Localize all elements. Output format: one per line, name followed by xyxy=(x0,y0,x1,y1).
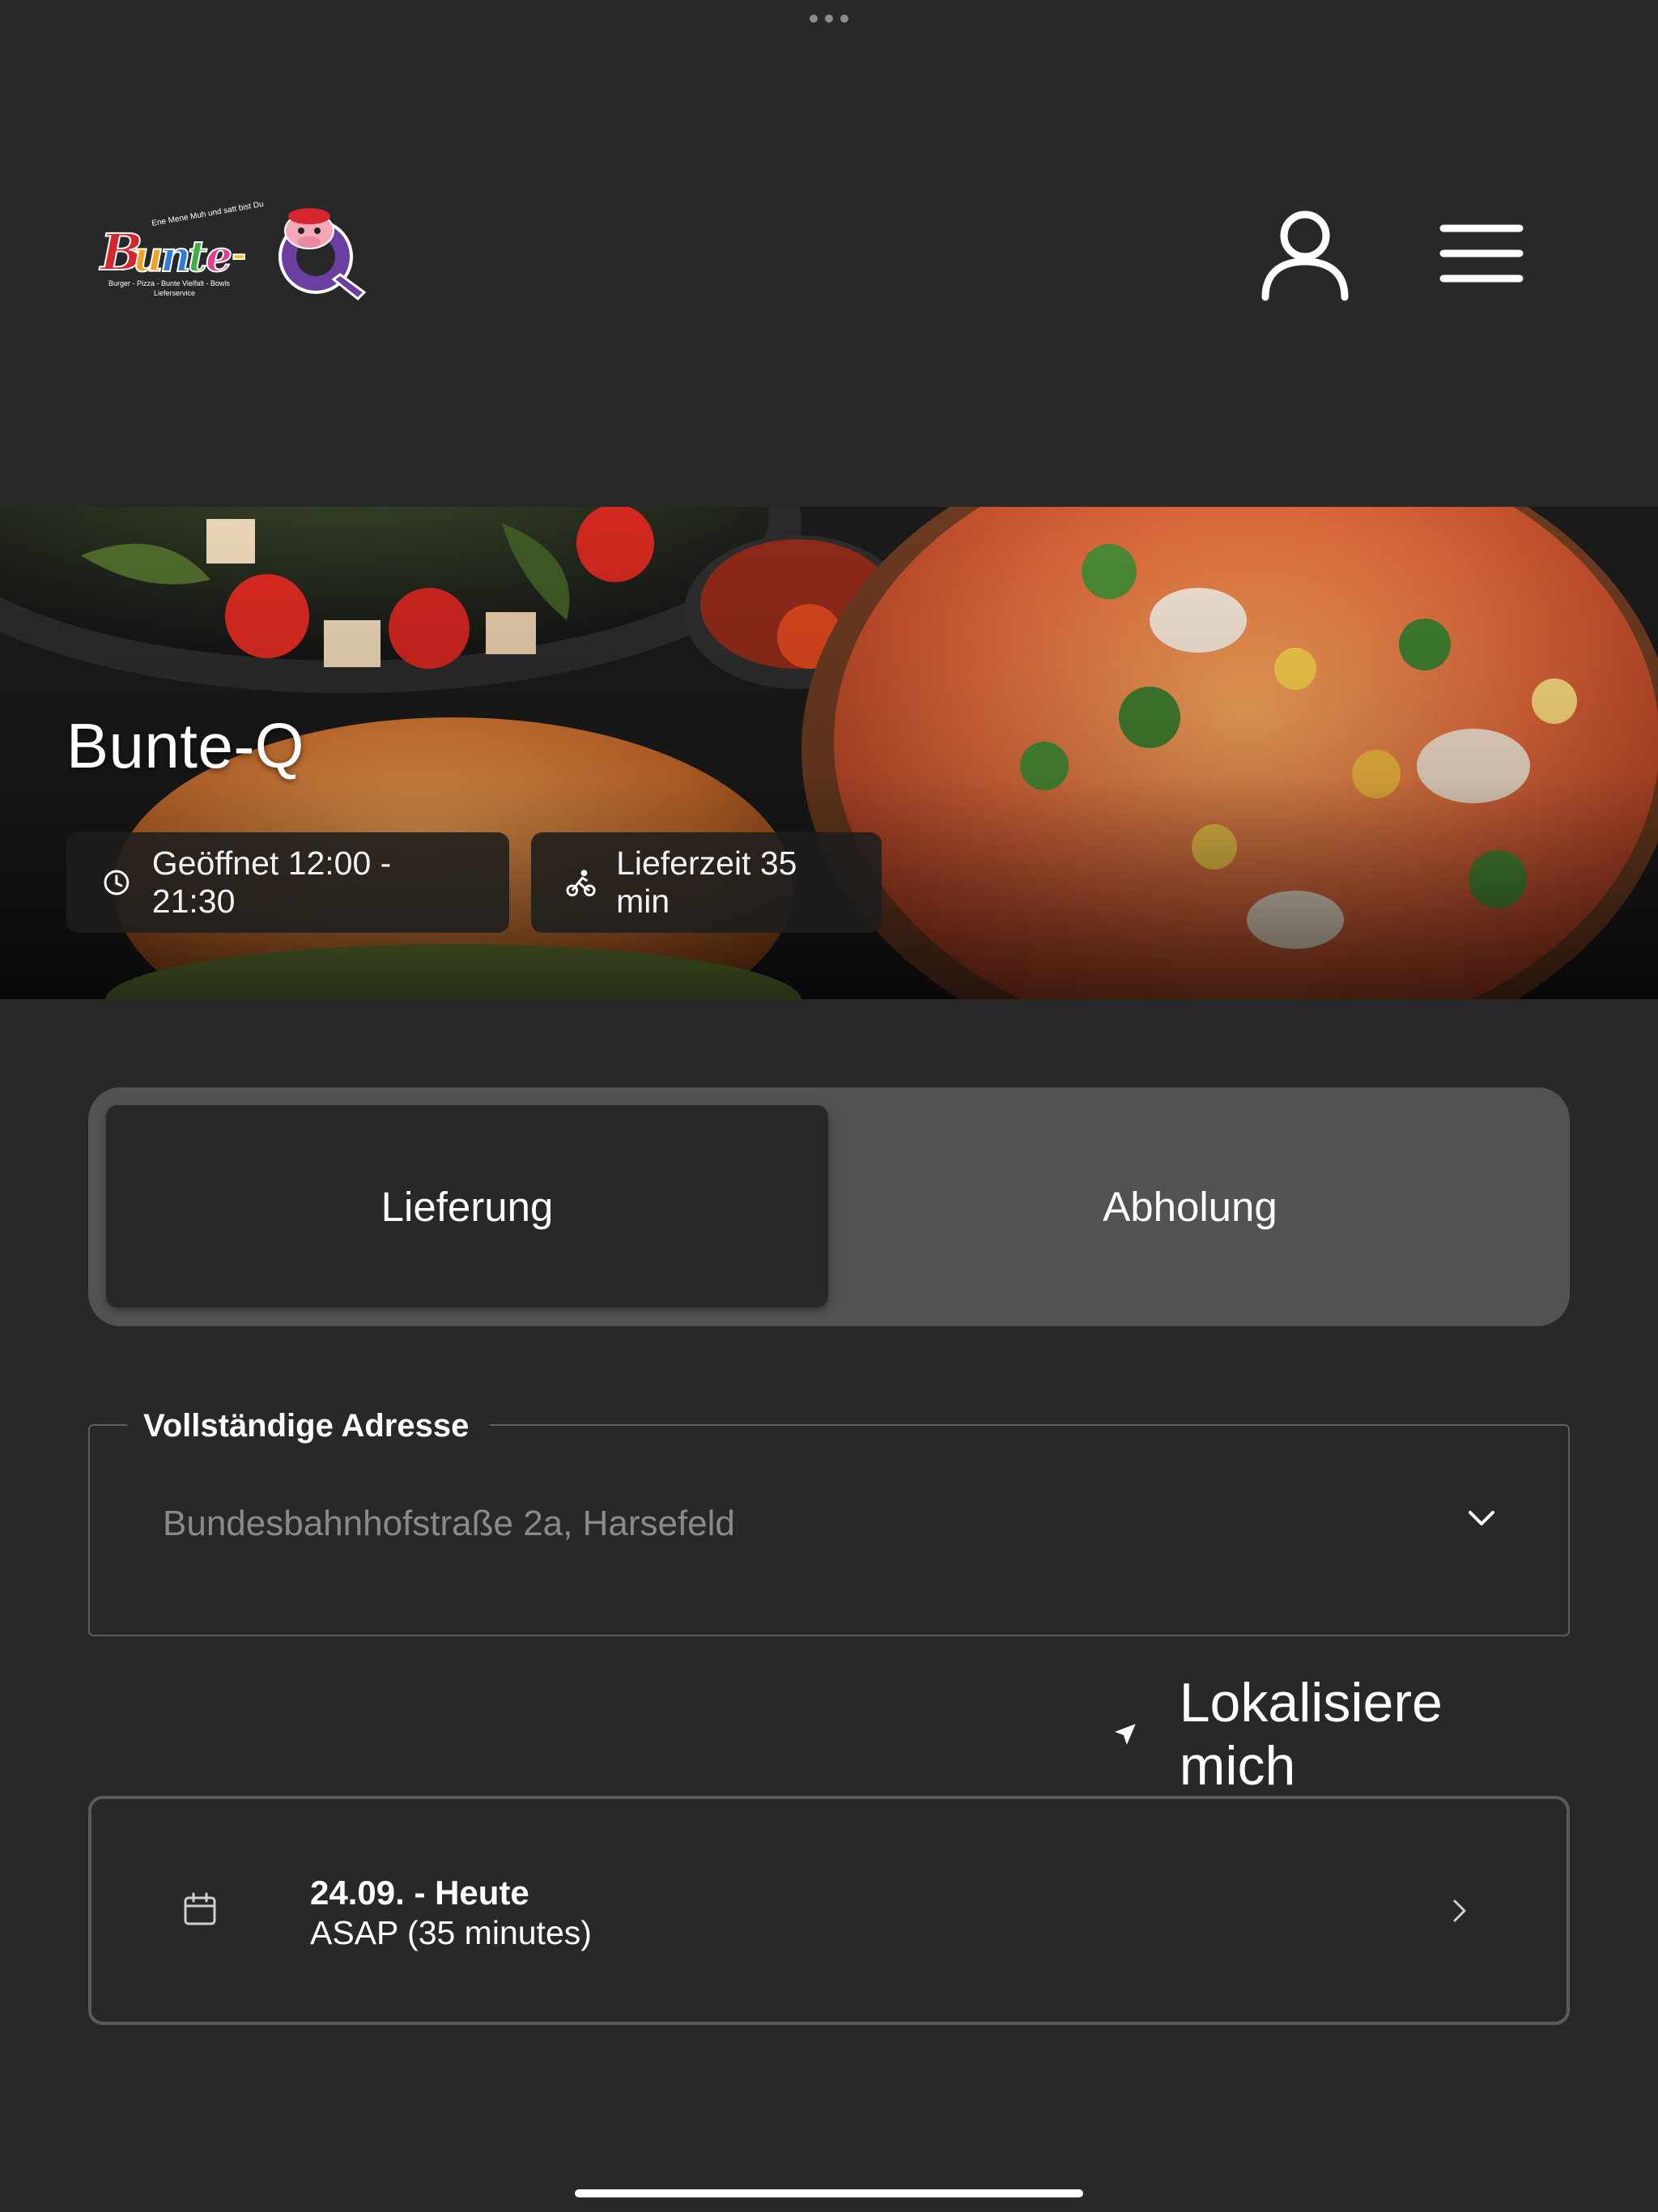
locate-me-button[interactable]: Lokalisiere mich xyxy=(1113,1672,1571,1797)
brand-logo[interactable]: Ene Mene Muh und satt bist Du B u n t e … xyxy=(97,198,389,304)
svg-text:u: u xyxy=(133,232,164,282)
tab-abholung[interactable]: Abholung xyxy=(828,1105,1552,1308)
calendar-icon xyxy=(184,1892,216,1925)
opening-hours-text: Geöffnet 12:00 - 21:30 xyxy=(151,844,392,920)
delivery-time-chip: Lieferzeit 35 min xyxy=(531,832,882,933)
svg-text:Burger - Pizza - Bunte Vielfal: Burger - Pizza - Bunte Vielfalt - Bowls xyxy=(108,279,230,287)
restaurant-title: Bunte-Q xyxy=(66,710,304,781)
address-input[interactable] xyxy=(163,1504,1377,1544)
chevron-right-icon xyxy=(1453,1899,1466,1922)
hamburger-menu-icon[interactable] xyxy=(1437,217,1526,290)
app-header: Ene Mene Muh und satt bist Du B u n t e … xyxy=(0,0,1658,507)
chevron-down-icon[interactable] xyxy=(1465,1506,1498,1530)
address-label: Vollständige Adresse xyxy=(127,1405,491,1447)
opening-hours-chip: Geöffnet 12:00 - 21:30 xyxy=(66,832,509,933)
user-icon[interactable] xyxy=(1259,206,1352,304)
svg-text:Ene Mene Muh und satt bist Du: Ene Mene Muh und satt bist Du xyxy=(151,200,265,228)
svg-text:-: - xyxy=(232,234,246,275)
schedule-date: 24.09. - Heute xyxy=(310,1874,529,1912)
locate-me-label: Lokalisiere mich xyxy=(1179,1672,1443,1797)
svg-text:Lieferservice: Lieferservice xyxy=(154,289,195,297)
svg-text:e: e xyxy=(206,232,232,282)
svg-text:n: n xyxy=(160,232,191,282)
address-field[interactable]: Vollständige Adresse xyxy=(88,1405,1570,1636)
bicycle-courier-icon xyxy=(566,870,596,897)
delivery-schedule-card[interactable]: 24.09. - Heute ASAP (35 minutes) xyxy=(88,1796,1570,2025)
svg-text:t: t xyxy=(188,232,207,282)
schedule-time: ASAP (35 minutes) xyxy=(310,1914,592,1951)
tab-lieferung[interactable]: Lieferung xyxy=(106,1105,828,1308)
home-indicator[interactable] xyxy=(575,2189,1083,2197)
delivery-time-text: Lieferzeit 35 min xyxy=(616,844,797,920)
clock-icon xyxy=(104,870,130,895)
order-type-toggle: Lieferung Abholung xyxy=(88,1087,1570,1326)
location-arrow-icon xyxy=(1114,1724,1136,1745)
hero-banner: Bunte-Q Geöffnet 12:00 - 21:30 Lieferzei… xyxy=(0,507,1658,999)
